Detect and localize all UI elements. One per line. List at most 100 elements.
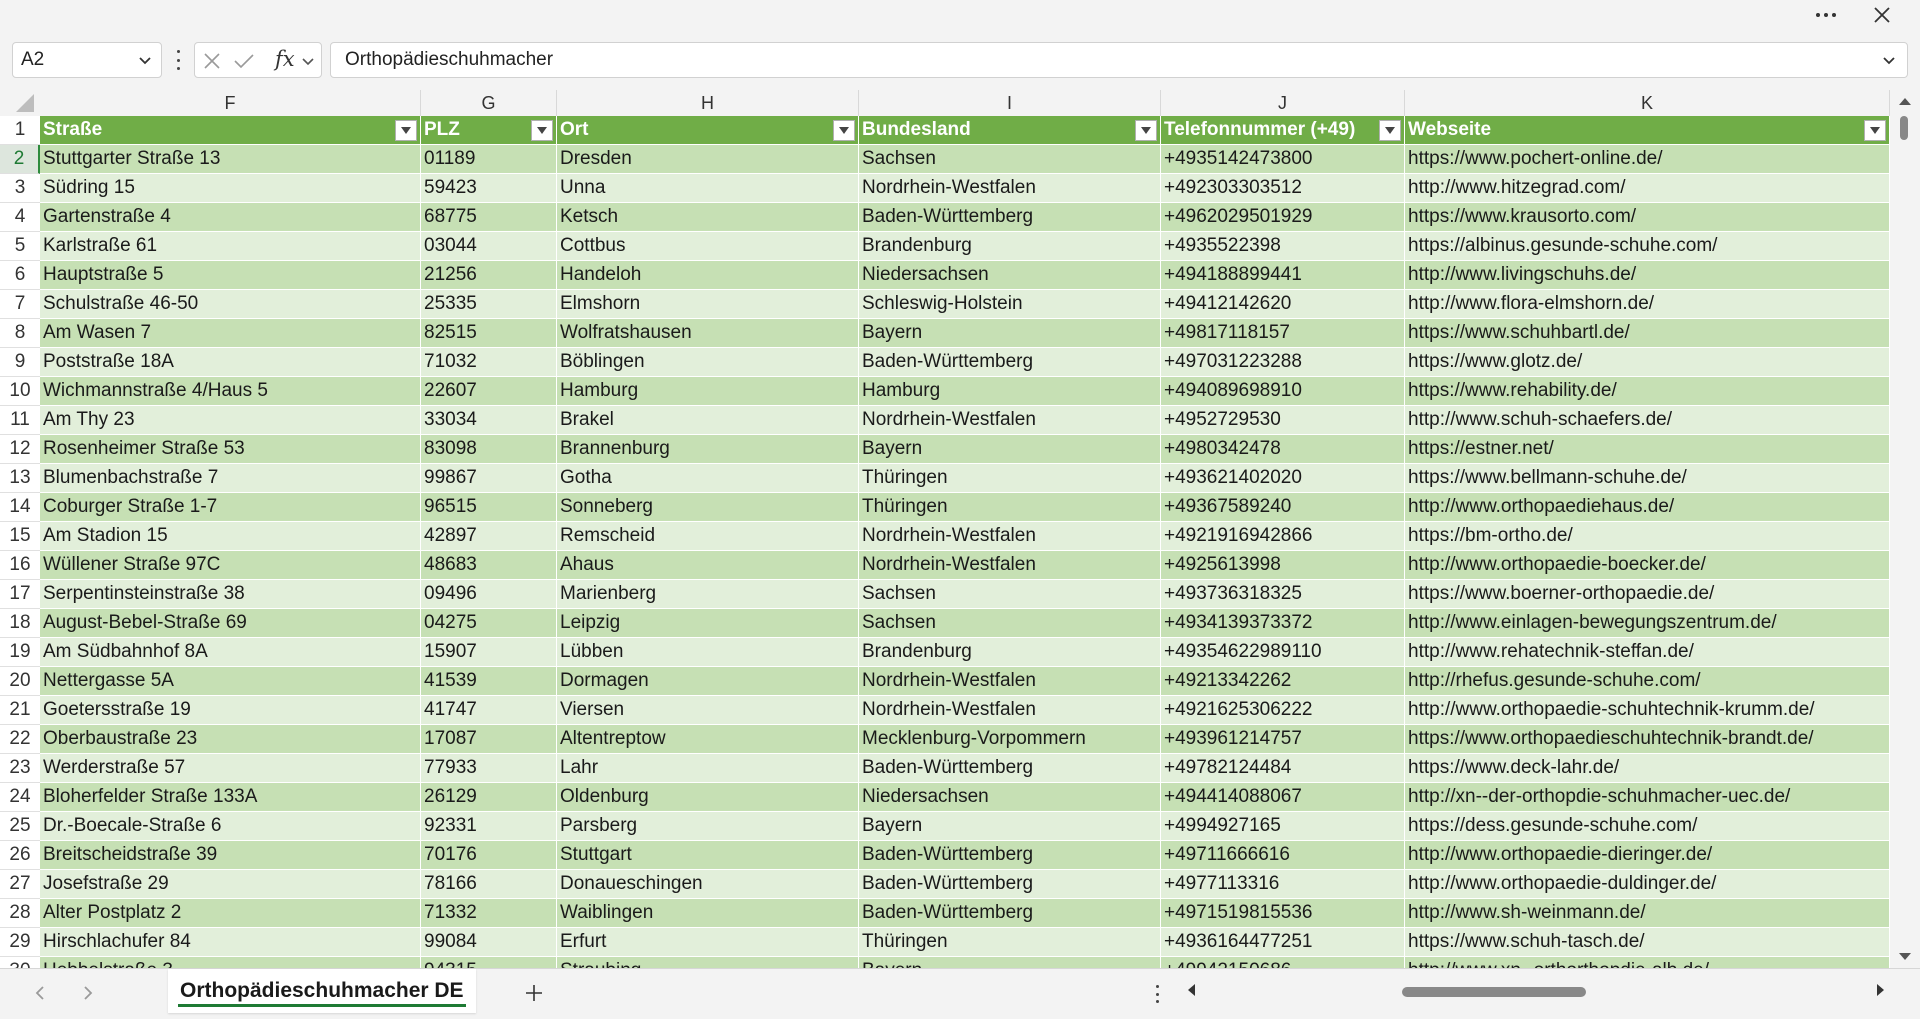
table-cell[interactable]: Brandenburg xyxy=(859,638,1161,667)
table-cell[interactable]: https://www.bellmann-schuhe.de/ xyxy=(1405,464,1890,493)
row-header[interactable]: 16 xyxy=(0,551,40,580)
table-cell[interactable]: +493621402020 xyxy=(1161,464,1405,493)
vertical-more-icon[interactable] xyxy=(1154,985,1160,1003)
table-cell[interactable]: Goetersstraße 19 xyxy=(40,696,421,725)
table-cell[interactable]: Böblingen xyxy=(557,348,859,377)
table-cell[interactable]: Oldenburg xyxy=(557,783,859,812)
table-cell[interactable]: https://www.pochert-online.de/ xyxy=(1405,145,1890,174)
table-cell[interactable]: 59423 xyxy=(421,174,557,203)
table-cell[interactable]: Marienberg xyxy=(557,580,859,609)
header-cell[interactable]: Telefonnummer (+49) xyxy=(1161,116,1405,145)
sheet-tab-active[interactable]: Orthopädieschuhmacher DE xyxy=(168,969,476,1013)
table-cell[interactable]: 01189 xyxy=(421,145,557,174)
table-cell[interactable]: Blumenbachstraße 7 xyxy=(40,464,421,493)
table-cell[interactable]: Nettergasse 5A xyxy=(40,667,421,696)
expand-formula-icon[interactable] xyxy=(1881,52,1897,68)
row-header[interactable]: 11 xyxy=(0,406,40,435)
table-cell[interactable]: Breitscheidstraße 39 xyxy=(40,841,421,870)
table-cell[interactable]: Nordrhein-Westfalen xyxy=(859,174,1161,203)
chevron-down-icon[interactable] xyxy=(137,52,153,68)
table-cell[interactable]: 99867 xyxy=(421,464,557,493)
table-cell[interactable]: https://www.rehability.de/ xyxy=(1405,377,1890,406)
table-cell[interactable]: Rosenheimer Straße 53 xyxy=(40,435,421,464)
table-cell[interactable]: +493736318325 xyxy=(1161,580,1405,609)
table-cell[interactable]: Sachsen xyxy=(859,609,1161,638)
table-cell[interactable]: Lübben xyxy=(557,638,859,667)
table-cell[interactable]: 83098 xyxy=(421,435,557,464)
table-cell[interactable]: Wüllener Straße 97C xyxy=(40,551,421,580)
table-cell[interactable]: 42897 xyxy=(421,522,557,551)
table-cell[interactable]: Am Stadion 15 xyxy=(40,522,421,551)
table-cell[interactable]: Thüringen xyxy=(859,928,1161,957)
table-cell[interactable]: 82515 xyxy=(421,319,557,348)
table-cell[interactable]: Hauptstraße 5 xyxy=(40,261,421,290)
table-cell[interactable]: http://rhefus.gesunde-schuhe.com/ xyxy=(1405,667,1890,696)
table-cell[interactable]: http://xn--der-orthopdie-schuhmacher-uec… xyxy=(1405,783,1890,812)
table-cell[interactable]: Waiblingen xyxy=(557,899,859,928)
table-cell[interactable]: +4921916942866 xyxy=(1161,522,1405,551)
table-cell[interactable]: Elmshorn xyxy=(557,290,859,319)
row-header[interactable]: 10 xyxy=(0,377,40,406)
table-cell[interactable]: Hamburg xyxy=(557,377,859,406)
row-header[interactable]: 18 xyxy=(0,609,40,638)
table-cell[interactable]: 68775 xyxy=(421,203,557,232)
chevron-left-icon[interactable] xyxy=(30,983,50,1003)
table-cell[interactable]: https://www.schuh-tasch.de/ xyxy=(1405,928,1890,957)
table-cell[interactable]: +4962029501929 xyxy=(1161,203,1405,232)
table-cell[interactable]: Oberbaustraße 23 xyxy=(40,725,421,754)
horizontal-scroll-thumb[interactable] xyxy=(1402,987,1586,997)
table-cell[interactable]: +49711666616 xyxy=(1161,841,1405,870)
table-cell[interactable]: Dr.-Boecale-Straße 6 xyxy=(40,812,421,841)
table-cell[interactable]: Baden-Württemberg xyxy=(859,203,1161,232)
table-cell[interactable]: https://bm-ortho.de/ xyxy=(1405,522,1890,551)
table-cell[interactable]: http://www.orthopaediehaus.de/ xyxy=(1405,493,1890,522)
table-cell[interactable]: Stuttgarter Straße 13 xyxy=(40,145,421,174)
table-cell[interactable]: 70176 xyxy=(421,841,557,870)
table-cell[interactable]: 41539 xyxy=(421,667,557,696)
table-cell[interactable]: http://www.orthopaedie-dieringer.de/ xyxy=(1405,841,1890,870)
row-header[interactable]: 29 xyxy=(0,928,40,957)
vertical-scrollbar[interactable] xyxy=(1890,90,1920,968)
table-cell[interactable]: Nordrhein-Westfalen xyxy=(859,551,1161,580)
table-cell[interactable]: Thüringen xyxy=(859,464,1161,493)
table-cell[interactable]: +494089698910 xyxy=(1161,377,1405,406)
table-cell[interactable]: 22607 xyxy=(421,377,557,406)
row-header[interactable]: 13 xyxy=(0,464,40,493)
table-cell[interactable]: Alter Postplatz 2 xyxy=(40,899,421,928)
table-cell[interactable]: +4977113316 xyxy=(1161,870,1405,899)
table-cell[interactable]: +4921625306222 xyxy=(1161,696,1405,725)
table-cell[interactable]: Bayern xyxy=(859,812,1161,841)
table-cell[interactable]: http://www.sh-weinmann.de/ xyxy=(1405,899,1890,928)
name-box[interactable]: A2 xyxy=(12,42,162,78)
table-cell[interactable]: Hamburg xyxy=(859,377,1161,406)
row-header[interactable]: 20 xyxy=(0,667,40,696)
table-cell[interactable]: +49367589240 xyxy=(1161,493,1405,522)
table-cell[interactable]: 41747 xyxy=(421,696,557,725)
table-cell[interactable]: 48683 xyxy=(421,551,557,580)
table-cell[interactable]: Baden-Württemberg xyxy=(859,899,1161,928)
table-cell[interactable]: 92331 xyxy=(421,812,557,841)
table-cell[interactable]: Niedersachsen xyxy=(859,783,1161,812)
table-cell[interactable]: +497031223288 xyxy=(1161,348,1405,377)
table-cell[interactable]: Südring 15 xyxy=(40,174,421,203)
table-cell[interactable]: +494188899441 xyxy=(1161,261,1405,290)
column-header-j[interactable]: J xyxy=(1161,90,1405,116)
table-cell[interactable]: Baden-Württemberg xyxy=(859,841,1161,870)
table-cell[interactable]: +492303303512 xyxy=(1161,174,1405,203)
row-header[interactable]: 21 xyxy=(0,696,40,725)
table-cell[interactable]: 94315 xyxy=(421,957,557,968)
table-cell[interactable]: 78166 xyxy=(421,870,557,899)
row-header[interactable]: 25 xyxy=(0,812,40,841)
row-header[interactable]: 24 xyxy=(0,783,40,812)
table-cell[interactable]: Nordrhein-Westfalen xyxy=(859,522,1161,551)
horizontal-scrollbar[interactable] xyxy=(1186,979,1886,1003)
row-header[interactable]: 4 xyxy=(0,203,40,232)
table-cell[interactable]: Josefstraße 29 xyxy=(40,870,421,899)
table-cell[interactable]: Wichmannstraße 4/Haus 5 xyxy=(40,377,421,406)
table-cell[interactable]: +493961214757 xyxy=(1161,725,1405,754)
table-cell[interactable]: +49213342262 xyxy=(1161,667,1405,696)
table-cell[interactable]: Am Wasen 7 xyxy=(40,319,421,348)
table-cell[interactable]: +4936164477251 xyxy=(1161,928,1405,957)
table-cell[interactable]: +4935522398 xyxy=(1161,232,1405,261)
row-header[interactable]: 23 xyxy=(0,754,40,783)
